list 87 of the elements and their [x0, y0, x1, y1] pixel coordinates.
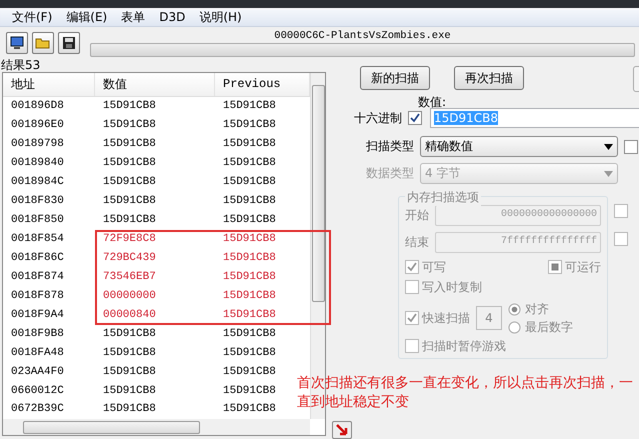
- table-cell-text: 15D91CB8: [102, 100, 157, 112]
- table-cell-text: 729BC439: [102, 252, 157, 264]
- radio-label: 对齐: [525, 300, 549, 318]
- checkbox[interactable]: [624, 140, 638, 154]
- table-cell-text: 15D91CB8: [102, 214, 157, 226]
- result-count: 结果53: [1, 58, 42, 72]
- table-cell-text: 15D91CB8: [222, 233, 277, 246]
- table-cell-text: 0018984C: [10, 176, 65, 188]
- hex-label: 十六进制: [354, 110, 402, 126]
- table-cell-text: 15D91CB8: [222, 328, 277, 340]
- table-cell-text: 15D91CB8: [102, 366, 157, 378]
- open-button[interactable]: [32, 32, 54, 54]
- checkbox[interactable]: [408, 111, 422, 125]
- table-cell-text: 00000000: [102, 290, 157, 302]
- table-cell-text: 0018F874: [10, 270, 65, 283]
- table-cell-text: 15D91CB8: [102, 157, 157, 170]
- table-cell-text: 0018F850: [10, 214, 65, 226]
- radio-label: 最后数字: [525, 318, 573, 336]
- column-header[interactable]: 数值: [95, 73, 215, 96]
- table-cell-text: 001896E0: [10, 119, 65, 132]
- table-cell-text: 15D91CB8: [222, 270, 277, 283]
- column-header[interactable]: 地址: [3, 73, 95, 96]
- table-cell-text: 0660012C: [10, 384, 65, 397]
- table-cell-text: 0018F9B8: [10, 328, 65, 340]
- group-title: 内存扫描选项: [405, 189, 481, 206]
- table-cell-text: 15D91CB8: [102, 195, 157, 208]
- table-cell-text: 15D91CB8: [222, 138, 277, 150]
- menu-item[interactable]: 文件(F): [6, 8, 58, 26]
- dropdown-arrow-icon: [604, 170, 613, 176]
- start-label: 开始: [405, 207, 429, 224]
- table-cell-text: 15D91CB8: [222, 290, 277, 302]
- table-cell-text: 15D91CB8: [222, 346, 277, 359]
- menu-item[interactable]: 表单: [115, 8, 152, 26]
- table-cell-text: 0018F854: [10, 233, 65, 246]
- table-cell-text: 15D91CB8: [222, 384, 277, 397]
- table-cell-text: 15D91CB8: [222, 195, 277, 208]
- checkbox-label: 可运行: [565, 258, 601, 276]
- table-cell-text: 0018F830: [10, 195, 65, 208]
- table-cell-text: 0018F86C: [10, 252, 65, 264]
- table-cell-text: 15D91CB8: [222, 119, 277, 132]
- table-cell-text: 15D91CB8: [102, 403, 157, 416]
- table-cell-text: 15D91CB8: [222, 176, 277, 188]
- process-title: 00000C6C-PlantsVsZombies.exe: [274, 30, 451, 42]
- checkbox-label: 可写: [422, 258, 446, 276]
- table-cell-text: 0018F878: [10, 290, 65, 302]
- checkbox-label: 扫描时暂停游戏: [422, 338, 506, 354]
- table-cell-text: 0018F9A4: [10, 308, 65, 321]
- table-cell-text: 15D91CB8: [102, 384, 157, 397]
- table-cell-text: 15D91CB8: [222, 366, 277, 378]
- scan-button[interactable]: 新的扫描: [360, 66, 430, 90]
- table-cell-text: 72F9E8C8: [102, 233, 157, 246]
- scan-button[interactable]: 再次扫描: [454, 66, 524, 90]
- data-type-label: 数据类型: [366, 165, 414, 182]
- scan-type-dropdown[interactable]: 精确数值: [420, 136, 618, 157]
- table-cell-text: 15D91CB8: [222, 308, 277, 321]
- value-label: 数值:: [418, 96, 448, 108]
- table-cell-text: 15D91CB8: [102, 346, 157, 359]
- table-cell-text: 00189798: [10, 138, 65, 150]
- table-cell-text: 15D91CB8: [102, 328, 157, 340]
- table-cell-text: 73546EB7: [102, 270, 157, 283]
- menu-item[interactable]: D3D: [153, 8, 192, 26]
- computer-icon: [9, 35, 25, 51]
- table-cell-text: 023AA4F0: [10, 366, 65, 378]
- table-cell-text: 00189840: [10, 157, 65, 170]
- table-cell-text: 15D91CB8: [222, 252, 277, 264]
- table-cell-text: 15D91CB8: [222, 214, 277, 226]
- table-cell-text: 15D91CB8: [222, 157, 277, 170]
- checkbox-label: 写入时复制: [422, 278, 482, 296]
- table-cell-text: 00000840: [102, 308, 157, 321]
- table-cell-text: 15D91CB8: [102, 119, 157, 132]
- table-cell-text: 001896D8: [10, 100, 65, 112]
- checkbox-label: 快速扫描: [422, 310, 470, 326]
- table-cell-text: 15D91CB8: [102, 138, 157, 150]
- select-process-button[interactable]: [6, 32, 28, 54]
- scan-type-label: 扫描类型: [366, 138, 414, 155]
- menu-item[interactable]: 说明(H): [193, 8, 248, 26]
- stop-label: 结束: [405, 234, 429, 251]
- menu-item[interactable]: 编辑(E): [60, 8, 114, 26]
- table-cell-text: 15D91CB8: [102, 176, 157, 188]
- annotation-text: 首次扫描还有很多一直在变化，所以点击再次扫描，一直到地址稳定不变: [297, 374, 634, 412]
- table-cell-text: 0018FA48: [10, 346, 65, 359]
- table-cell-text: 0672B39C: [10, 403, 65, 416]
- table-cell-text: 15D91CB8: [222, 100, 277, 112]
- save-button[interactable]: [58, 32, 80, 54]
- dropdown-arrow-icon: [604, 144, 613, 150]
- table-cell-text: 15D91CB8: [222, 403, 277, 416]
- arrow-button[interactable]: [332, 421, 352, 439]
